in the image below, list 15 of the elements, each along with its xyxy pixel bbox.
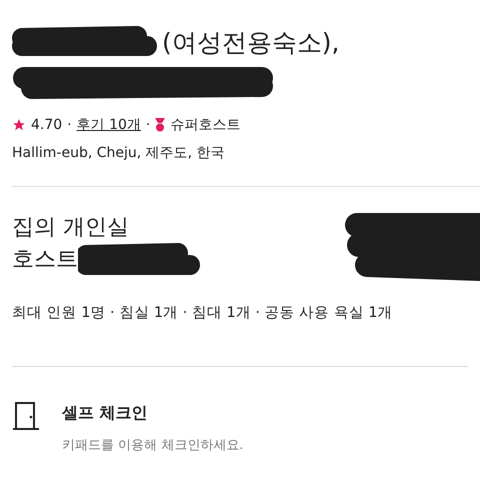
separator-dot: · (67, 117, 72, 133)
rating-value: 4.70 (31, 117, 62, 133)
listing-location: Hallim-eub, Cheju, 제주도, 한국 (12, 144, 226, 162)
feature-title: 셀프 체크인 (62, 403, 149, 424)
star-icon (12, 118, 26, 132)
door-icon (12, 401, 40, 431)
superhost-label: 슈퍼호스트 (170, 116, 240, 134)
listing-title: (여성전용숙소), (162, 26, 340, 58)
reviews-link[interactable]: 후기 10개 (76, 116, 141, 134)
separator-dot: · (146, 117, 150, 133)
feature-description: 키패드를 이용해 체크인하세요. (62, 437, 244, 454)
host-label: 호스트 (12, 246, 78, 274)
room-type: 집의 개인실 (12, 214, 130, 242)
room-details: 최대 인원 1명 · 침실 1개 · 침대 1개 · 공동 사용 욕실 1개 (12, 304, 394, 322)
medal-icon (155, 118, 166, 132)
